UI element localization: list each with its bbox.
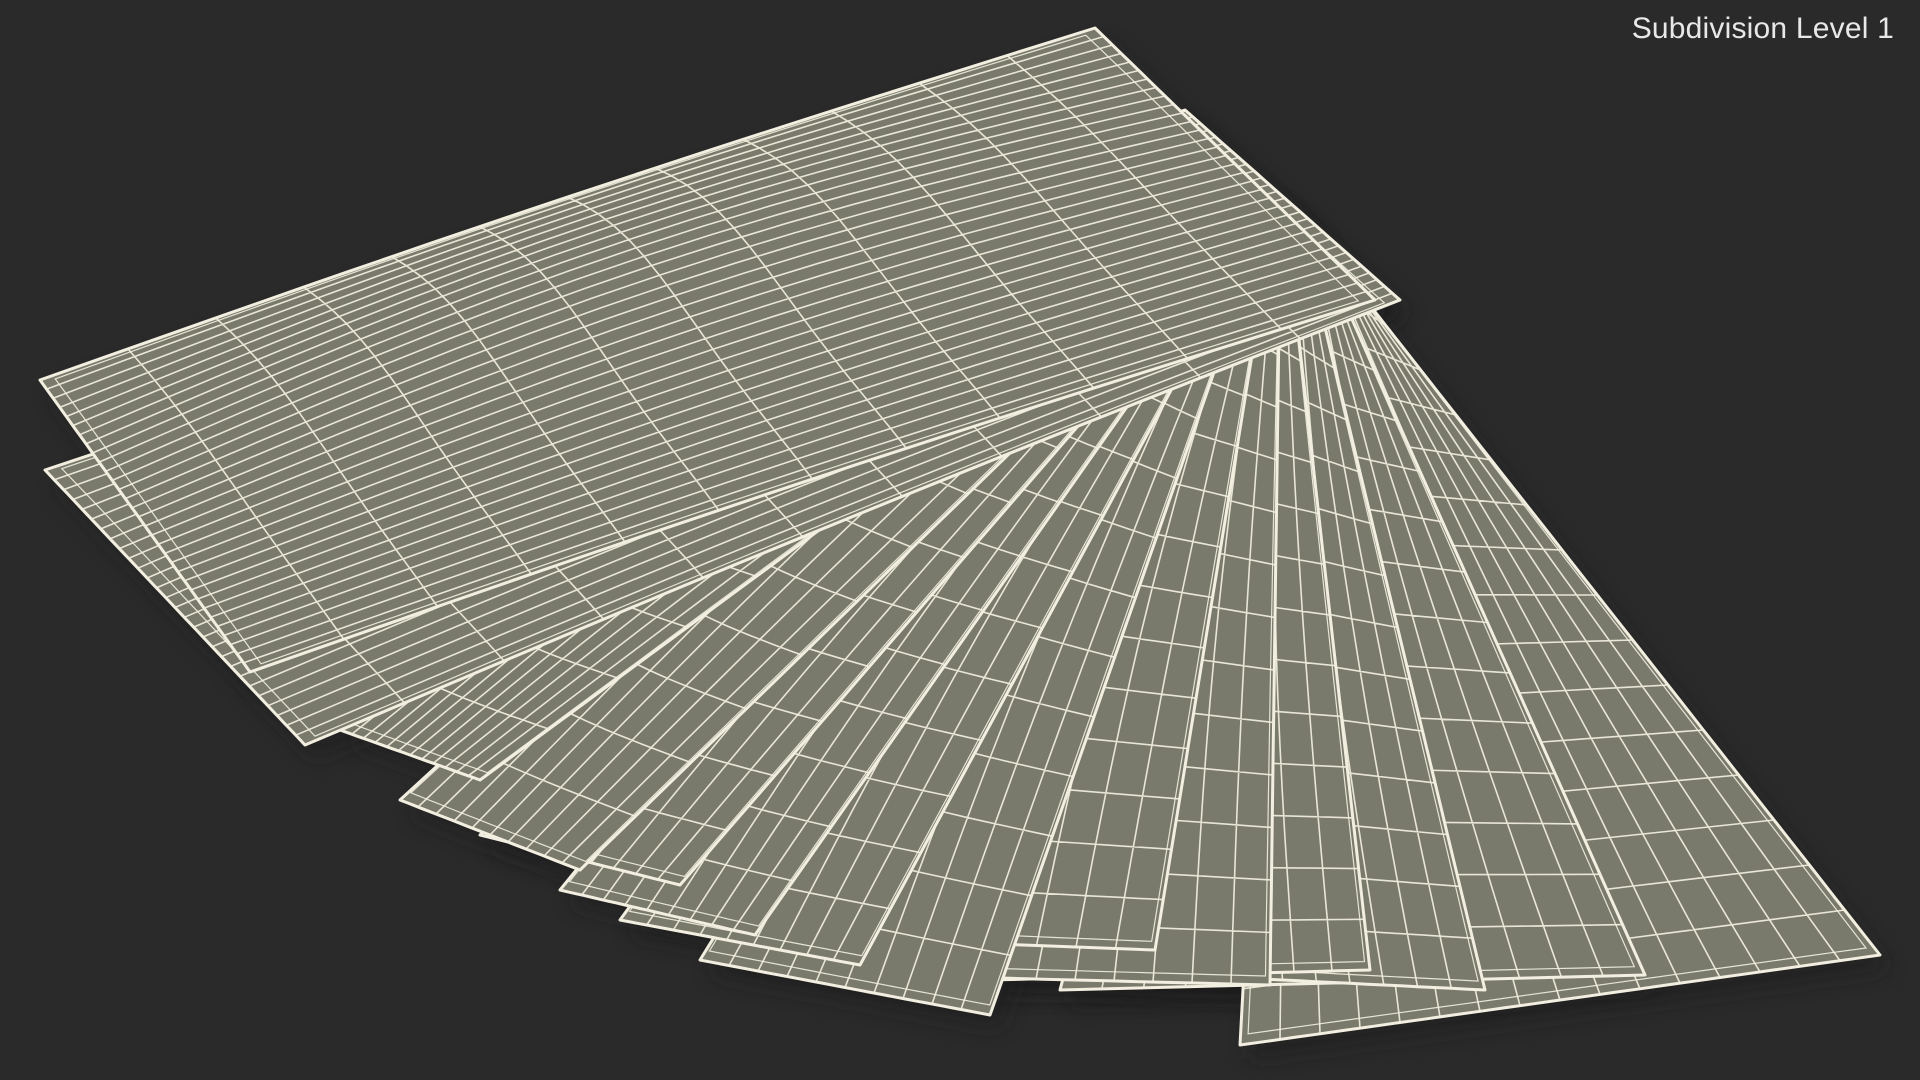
viewport: Subdivision Level 1 [0,0,1920,1080]
subdivision-level-label: Subdivision Level 1 [1631,12,1894,45]
mesh-render [38,26,1890,1059]
sheet-stack [38,26,1882,1047]
